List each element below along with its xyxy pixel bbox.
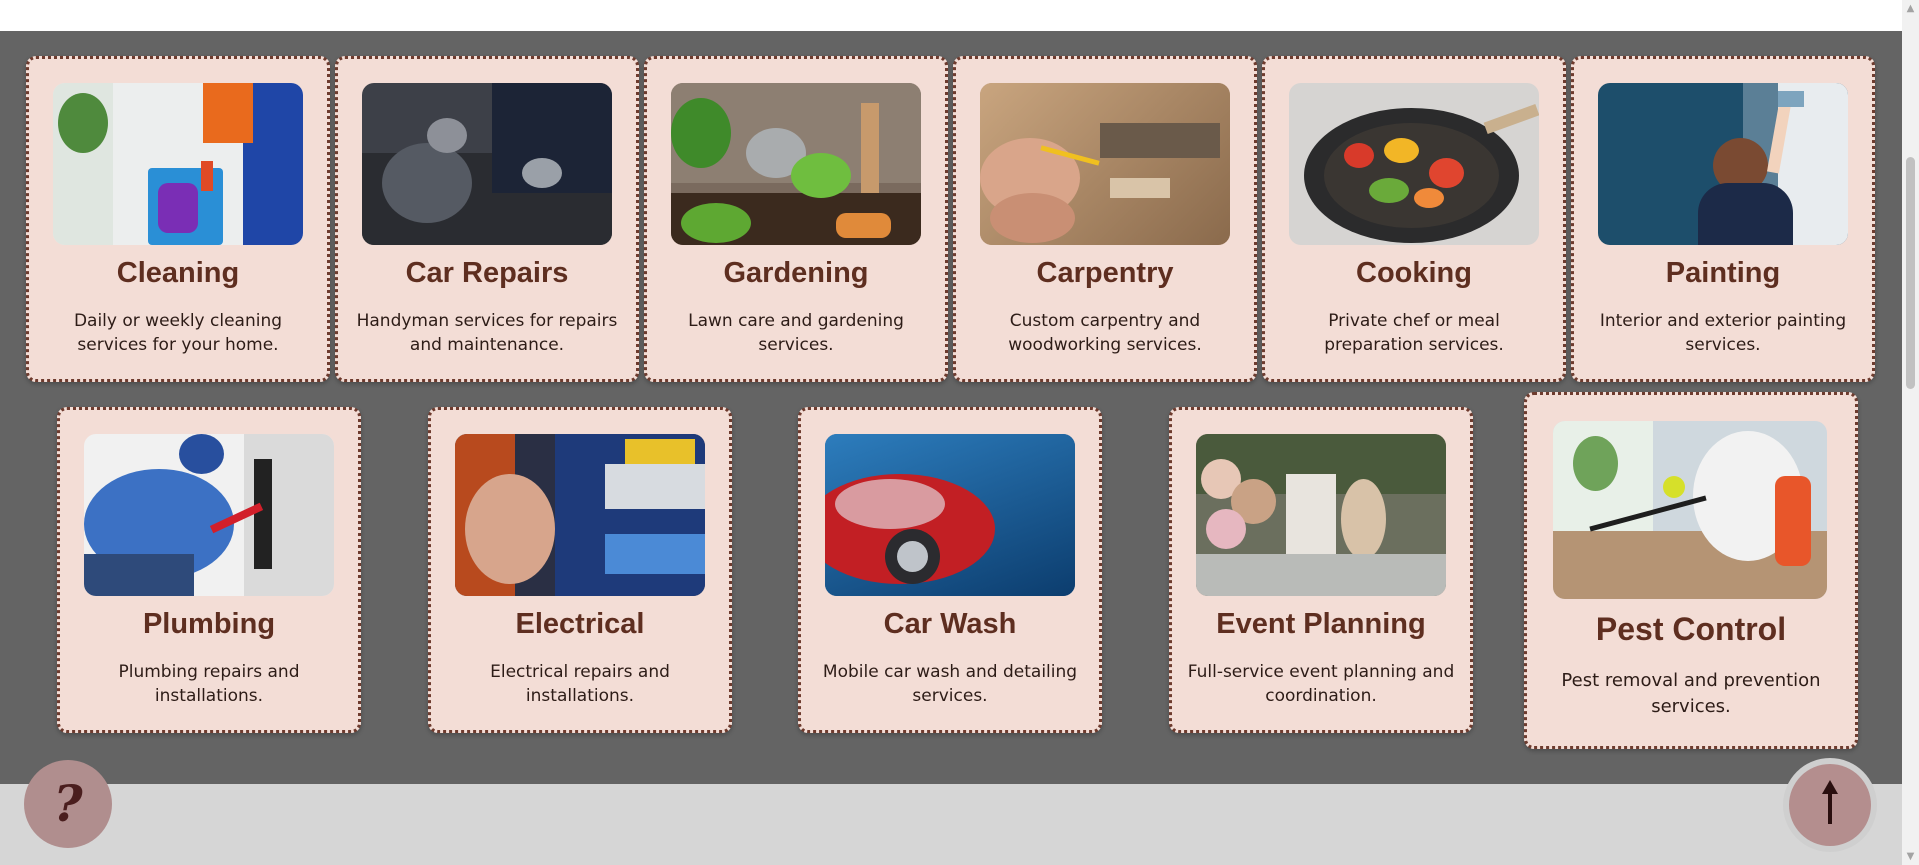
painting-photo (1598, 83, 1848, 245)
carpentry-photo (980, 83, 1230, 245)
cooking-photo (1289, 83, 1539, 245)
service-title: Cleaning (116, 257, 240, 289)
back-to-top-button[interactable] (1789, 764, 1871, 846)
car-wash-photo (825, 434, 1075, 596)
service-description: Electrical repairs and installations. (490, 662, 670, 706)
scroll-thumb[interactable] (1906, 157, 1915, 389)
service-title: Plumbing (142, 608, 276, 640)
page-scrollbar[interactable]: ▲ ▼ (1902, 0, 1919, 865)
event-planning-photo (1196, 434, 1446, 596)
service-card-gardening[interactable]: Gardening Lawn care and gardening servic… (644, 56, 948, 382)
service-card-cleaning[interactable]: Cleaning Daily or weekly cleaning servic… (26, 56, 330, 382)
service-description: Interior and exterior painting services. (1599, 311, 1847, 355)
footer-section (0, 784, 1902, 865)
service-card-cooking[interactable]: Cooking Private chef or meal preparation… (1262, 56, 1566, 382)
service-description: Private chef or meal preparation service… (1324, 311, 1504, 355)
pest-control-photo (1553, 421, 1827, 599)
service-card-plumbing[interactable]: Plumbing Plumbing repairs and installati… (57, 407, 361, 733)
service-card-event-planning[interactable]: Event Planning Full-service event planni… (1169, 407, 1473, 733)
service-description: Plumbing repairs and installations. (118, 662, 300, 706)
service-title: Painting (1665, 257, 1781, 289)
car-repair-photo (362, 83, 612, 245)
service-card-carpentry[interactable]: Carpentry Custom carpentry and woodworki… (953, 56, 1257, 382)
service-card-car-wash[interactable]: Car Wash Mobile car wash and detailing s… (798, 407, 1102, 733)
service-card-electrical[interactable]: Electrical Electrical repairs and instal… (428, 407, 732, 733)
service-title: Car Wash (883, 608, 1017, 640)
service-title: Carpentry (1036, 257, 1174, 289)
service-card-car-repairs[interactable]: Car Repairs Handyman services for repair… (335, 56, 639, 382)
service-title: Pest Control (1595, 611, 1787, 647)
service-title: Cooking (1356, 257, 1472, 289)
service-card-painting[interactable]: Painting Interior and exterior painting … (1571, 56, 1875, 382)
gardening-photo (671, 83, 921, 245)
service-description: Pest removal and prevention services. (1561, 670, 1821, 717)
service-description: Handyman services for repairs and mainte… (356, 311, 618, 355)
top-strip (0, 0, 1902, 31)
scroll-up-arrow-icon[interactable]: ▲ (1902, 0, 1919, 17)
service-card-pest-control[interactable]: Pest Control Pest removal and prevention… (1524, 392, 1858, 749)
cleaning-photo (53, 83, 303, 245)
plumbing-photo (84, 434, 334, 596)
service-title: Car Repairs (405, 257, 569, 289)
help-button[interactable]: ? (24, 760, 112, 848)
service-description: Mobile car wash and detailing services. (822, 662, 1078, 706)
arrow-up-icon (1822, 780, 1838, 824)
electrical-photo (455, 434, 705, 596)
scroll-down-arrow-icon[interactable]: ▼ (1902, 848, 1919, 865)
service-description: Full-service event planning and coordina… (1187, 662, 1455, 706)
service-description: Daily or weekly cleaning services for yo… (73, 311, 283, 355)
service-title: Electrical (515, 608, 645, 640)
service-title: Event Planning (1216, 608, 1426, 640)
question-mark-icon: ? (53, 774, 83, 833)
service-title: Gardening (723, 257, 869, 289)
service-description: Custom carpentry and woodworking service… (1008, 311, 1202, 355)
service-description: Lawn care and gardening services. (688, 311, 904, 355)
